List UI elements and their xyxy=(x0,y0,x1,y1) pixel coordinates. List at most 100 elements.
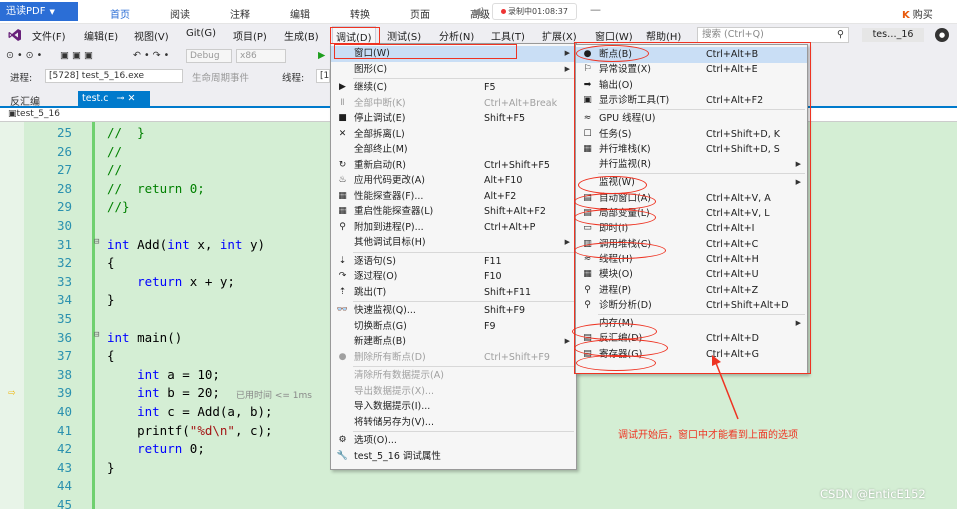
menu-item[interactable]: 👓 快速监视(Q)... Shift+F9 xyxy=(331,303,576,319)
process-select[interactable]: [5728] test_5_16.exe xyxy=(45,69,183,83)
menu-item[interactable]: ♨ 应用代码更改(A) Alt+F10 xyxy=(331,173,576,189)
annotation-note: 调试开始后，窗口中才能看到上面的选项 xyxy=(618,430,798,441)
menu-file[interactable]: 文件(F) xyxy=(32,28,66,43)
menu-separator xyxy=(353,78,574,79)
menu-item: 清除所有数据提示(A) xyxy=(331,368,576,384)
menu-item-icon: ⇡ xyxy=(338,286,347,297)
line-number: 41 xyxy=(56,422,72,438)
pdf-tab-convert[interactable]: 转换 xyxy=(330,6,390,21)
menu-item[interactable]: ■ 停止调试(E) Shift+F5 xyxy=(331,111,576,127)
menu-item-icon: 🔧 xyxy=(336,450,349,461)
buy-button[interactable]: K 购买 xyxy=(902,6,933,21)
menu-item[interactable]: 将转储另存为(V)... xyxy=(331,415,576,431)
menu-item[interactable]: 新建断点(B) ▶ xyxy=(331,334,576,350)
code-text: // xyxy=(107,143,123,159)
menu-item[interactable]: ↻ 重新启动(R) Ctrl+Shift+F5 xyxy=(331,158,576,174)
menu-window[interactable]: 窗口(W) xyxy=(595,28,633,43)
menu-item[interactable]: 其他调试目标(H) ▶ xyxy=(331,235,576,251)
code-line: 45 xyxy=(0,497,957,509)
menu-item[interactable]: ⚙ 选项(O)... xyxy=(331,433,576,449)
menu-item[interactable]: ▦ 性能探查器(F)... Alt+F2 xyxy=(331,189,576,205)
menu-tools[interactable]: 工具(T) xyxy=(491,28,525,43)
configuration-select[interactable]: Debug xyxy=(186,49,232,63)
menu-item-label: 性能探查器(F)... xyxy=(354,190,424,202)
pdf-app-logo[interactable]: 迅读PDF ▼ xyxy=(0,2,78,21)
line-number: 25 xyxy=(56,125,72,140)
pdf-tab-page[interactable]: 页面 xyxy=(390,6,450,21)
menu-item-label: 将转储另存为(V)... xyxy=(354,416,434,428)
code-text: return 0; xyxy=(137,441,205,457)
code-text: printf("%d\n", c); xyxy=(107,422,273,438)
menu-item[interactable]: 图形(C) ▶ xyxy=(331,62,576,78)
menu-item-shortcut: Shift+Alt+F2 xyxy=(484,206,546,217)
menu-view[interactable]: 视图(V) xyxy=(134,28,169,43)
record-dot-icon xyxy=(501,9,506,14)
lifecycle-events[interactable]: 生命周期事件 xyxy=(192,70,249,84)
code-text: int c = Add(a, b); xyxy=(137,404,273,419)
menu-item-icon: ⇣ xyxy=(338,255,347,266)
scope-dropdown[interactable]: test_5_16 xyxy=(17,109,60,119)
menu-item[interactable]: ⇡ 跳出(T) Shift+F11 xyxy=(331,285,576,301)
thread-select[interactable]: [1 xyxy=(316,69,330,83)
menu-project[interactable]: 项目(P) xyxy=(233,28,267,43)
tab-test-c[interactable]: test.c ⊸ ✕ xyxy=(78,91,150,106)
menu-git[interactable]: Git(G) xyxy=(186,28,216,39)
pdf-tab-read[interactable]: 阅读 xyxy=(150,6,210,21)
pin-icon[interactable]: ⊸ xyxy=(117,93,125,104)
line-number: 28 xyxy=(56,180,72,196)
collapse-icon[interactable]: ⊟ xyxy=(94,237,99,247)
search-input[interactable]: 搜索 (Ctrl+Q) ⚲ xyxy=(697,27,849,43)
annotation-circle-callstack xyxy=(574,242,666,259)
code-text: } xyxy=(107,292,115,308)
pdf-tab-home[interactable]: 首页 xyxy=(90,6,150,21)
menu-item: Ⅱ 全部中断(K) Ctrl+Alt+Break xyxy=(331,96,576,112)
code-text: // return 0; xyxy=(107,180,205,196)
avatar[interactable]: ● xyxy=(935,28,949,42)
close-icon[interactable]: ✕ xyxy=(128,93,136,104)
menu-build[interactable]: 生成(B) xyxy=(284,28,319,43)
code-text: // xyxy=(107,162,123,178)
save-all-icon[interactable]: ▣ ▣ ▣ xyxy=(60,50,93,61)
menu-item[interactable]: ✕ 全部拆离(L) xyxy=(331,127,576,143)
undo-redo-icon[interactable]: ↶ • ↷ • xyxy=(133,50,169,61)
menu-help[interactable]: 帮助(H) xyxy=(646,28,681,43)
menu-item[interactable]: ⚲ 附加到进程(P)... Ctrl+Alt+P xyxy=(331,220,576,236)
continue-icon[interactable]: ▶ xyxy=(318,50,325,61)
menu-test[interactable]: 测试(S) xyxy=(387,28,421,43)
minimize-icon[interactable]: — xyxy=(590,3,601,16)
menu-analyze[interactable]: 分析(N) xyxy=(439,28,474,43)
menu-item-shortcut: F11 xyxy=(484,255,502,267)
line-number: 32 xyxy=(56,255,72,271)
speaker-icon[interactable]: ◀) xyxy=(472,5,485,18)
annotation-arrow-icon xyxy=(712,355,739,420)
menu-edit[interactable]: 编辑(E) xyxy=(84,28,118,43)
menu-separator xyxy=(353,301,574,302)
menu-item[interactable]: ▶ 继续(C) F5 xyxy=(331,80,576,96)
code-text: int a = 10; xyxy=(137,366,220,382)
menu-item-shortcut: F10 xyxy=(484,271,502,282)
collapse-icon[interactable]: ⊟ xyxy=(94,330,99,340)
menu-item[interactable]: 切换断点(G) F9 xyxy=(331,319,576,335)
menu-item-shortcut: Alt+F10 xyxy=(484,175,523,186)
menu-item[interactable]: 全部终止(M) xyxy=(331,142,576,158)
menu-item-icon: ■ xyxy=(338,113,347,123)
menu-item[interactable]: 🔧 test_5_16 调试属性 xyxy=(331,449,576,465)
menu-item[interactable]: ⇣ 逐语句(S) F11 xyxy=(331,254,576,270)
menu-item-icon: ♨ xyxy=(338,175,347,185)
menu-item: 导出数据提示(X)... xyxy=(331,384,576,400)
menu-item[interactable]: ▦ 重启性能探查器(L) Shift+Alt+F2 xyxy=(331,204,576,220)
solution-name[interactable]: tes…_16 xyxy=(862,28,924,42)
menu-extensions[interactable]: 扩展(X) xyxy=(542,28,577,43)
line-number: 34 xyxy=(56,292,72,308)
disassembly-panel-tab[interactable]: 反汇编 xyxy=(10,93,40,108)
annotation-circle-autos xyxy=(574,193,656,210)
menu-item-icon: ⚙ xyxy=(338,435,347,445)
menu-item[interactable]: ↷ 逐过程(O) F10 xyxy=(331,269,576,285)
back-forward-icon[interactable]: ⊙ • ⊙ • xyxy=(6,50,42,61)
pdf-tab-edit[interactable]: 编辑 xyxy=(270,6,330,21)
platform-select[interactable]: x86 xyxy=(236,49,286,63)
elapsed-time-hint: 已用时间 <= 1ms xyxy=(236,391,312,402)
menu-item-icon: ▦ xyxy=(338,206,347,216)
pdf-tab-annotate[interactable]: 注释 xyxy=(210,6,270,21)
menu-item[interactable]: 导入数据提示(I)... xyxy=(331,399,576,415)
